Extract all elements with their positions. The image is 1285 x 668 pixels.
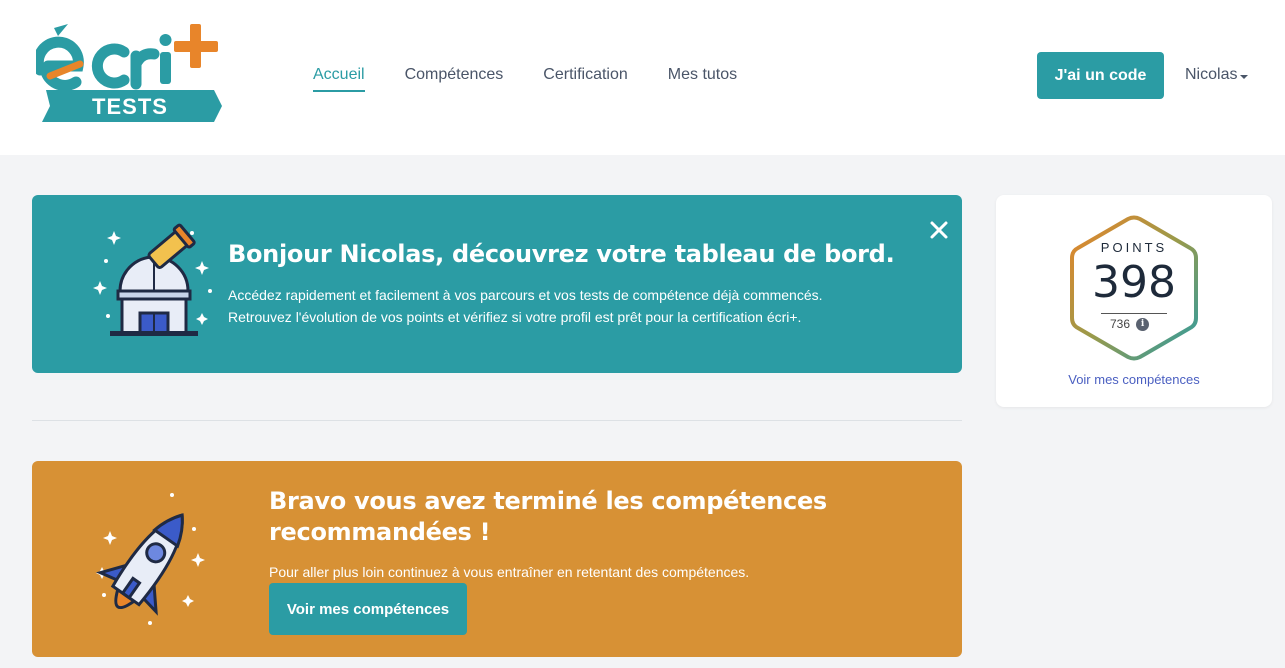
voir-competences-button[interactable]: Voir mes compétences [269, 583, 467, 635]
observatory-icon [93, 223, 212, 336]
welcome-title: Bonjour Nicolas, découvrez votre tableau… [228, 240, 895, 268]
user-name: Nicolas [1185, 66, 1238, 83]
info-icon[interactable]: i [1136, 317, 1150, 331]
nav-accueil[interactable]: Accueil [313, 66, 365, 92]
code-button[interactable]: J'ai un code [1037, 52, 1164, 99]
bravo-card: Bravo vous avez terminé les compétences … [32, 461, 962, 657]
user-menu[interactable]: Nicolas [1185, 66, 1249, 84]
points-label: POINTS [1100, 240, 1168, 255]
caret-down-icon [1240, 74, 1249, 79]
ecri-plus-logo[interactable]: TESTS [36, 22, 226, 126]
points-max: 736 [1110, 317, 1131, 331]
nav-competences[interactable]: Compétences [405, 66, 504, 92]
nav-mes-tutos[interactable]: Mes tutos [668, 66, 737, 92]
divider [32, 420, 962, 421]
welcome-line-2: Retrouvez l'évolution de vos points et v… [228, 309, 802, 325]
rocket-icon [95, 493, 205, 625]
points-card: POINTS 398 736 i Voir mes compétences [996, 195, 1272, 407]
header: TESTS Accueil Compétences Certification … [0, 0, 1285, 155]
main-nav: Accueil Compétences Certification Mes tu… [313, 66, 737, 92]
logo-sub: TESTS [92, 94, 168, 119]
points-separator [1101, 313, 1167, 314]
close-icon[interactable] [928, 219, 950, 241]
nav-certification[interactable]: Certification [543, 66, 627, 92]
bravo-text: Pour aller plus loin continuez à vous en… [269, 564, 750, 580]
voir-competences-link[interactable]: Voir mes compétences [996, 372, 1272, 387]
bravo-title: Bravo vous avez terminé les compétences … [269, 487, 827, 546]
welcome-card: Bonjour Nicolas, découvrez votre tableau… [32, 195, 962, 373]
points-max-row: 736 i [1110, 317, 1150, 331]
points-value: 398 [1092, 257, 1176, 308]
welcome-line-1: Accédez rapidement et facilement à vos p… [228, 287, 823, 303]
